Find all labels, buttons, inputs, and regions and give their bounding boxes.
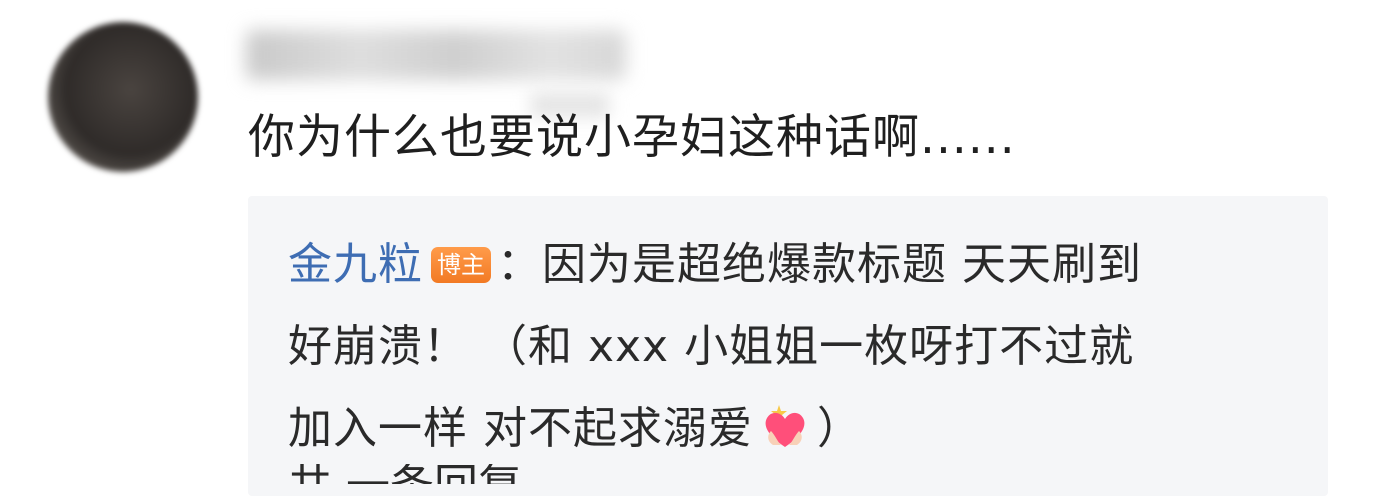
reply-text-line1: 因为是超绝爆款标题 天天刷到 — [542, 239, 1142, 290]
more-replies-link[interactable]: 共 一条回复 — [288, 464, 522, 484]
comment-text: 你为什么也要说小孕妇这种话啊...... — [248, 110, 1016, 165]
reply-text-line3-end: ） — [817, 403, 862, 454]
reply-author-link[interactable]: 金九粒 — [288, 239, 423, 290]
comment-item: 你为什么也要说小孕妇这种话啊...... 金九粒 博主 ：因为是超绝爆款标题 天天刷… — [0, 0, 1384, 496]
reply-text-line2: 好崩溃！ （和 xxx 小姐姐一枚呀打不过就 — [288, 321, 1135, 372]
heart-hands-emoji-icon — [757, 401, 813, 449]
username-blurred[interactable] — [246, 30, 626, 80]
reply-box[interactable]: 金九粒 博主 ：因为是超绝爆款标题 天天刷到 好崩溃！ （和 xxx 小姐姐一枚呀打… — [248, 196, 1328, 496]
reply-content: 金九粒 博主 ：因为是超绝爆款标题 天天刷到 好崩溃！ （和 xxx 小姐姐一枚呀打… — [288, 224, 1298, 470]
avatar[interactable] — [48, 22, 198, 172]
blogger-badge: 博主 — [431, 247, 491, 283]
reply-separator: ： — [497, 239, 542, 290]
reply-text-line3: 加入一样 对不起求溺爱 — [288, 403, 753, 454]
